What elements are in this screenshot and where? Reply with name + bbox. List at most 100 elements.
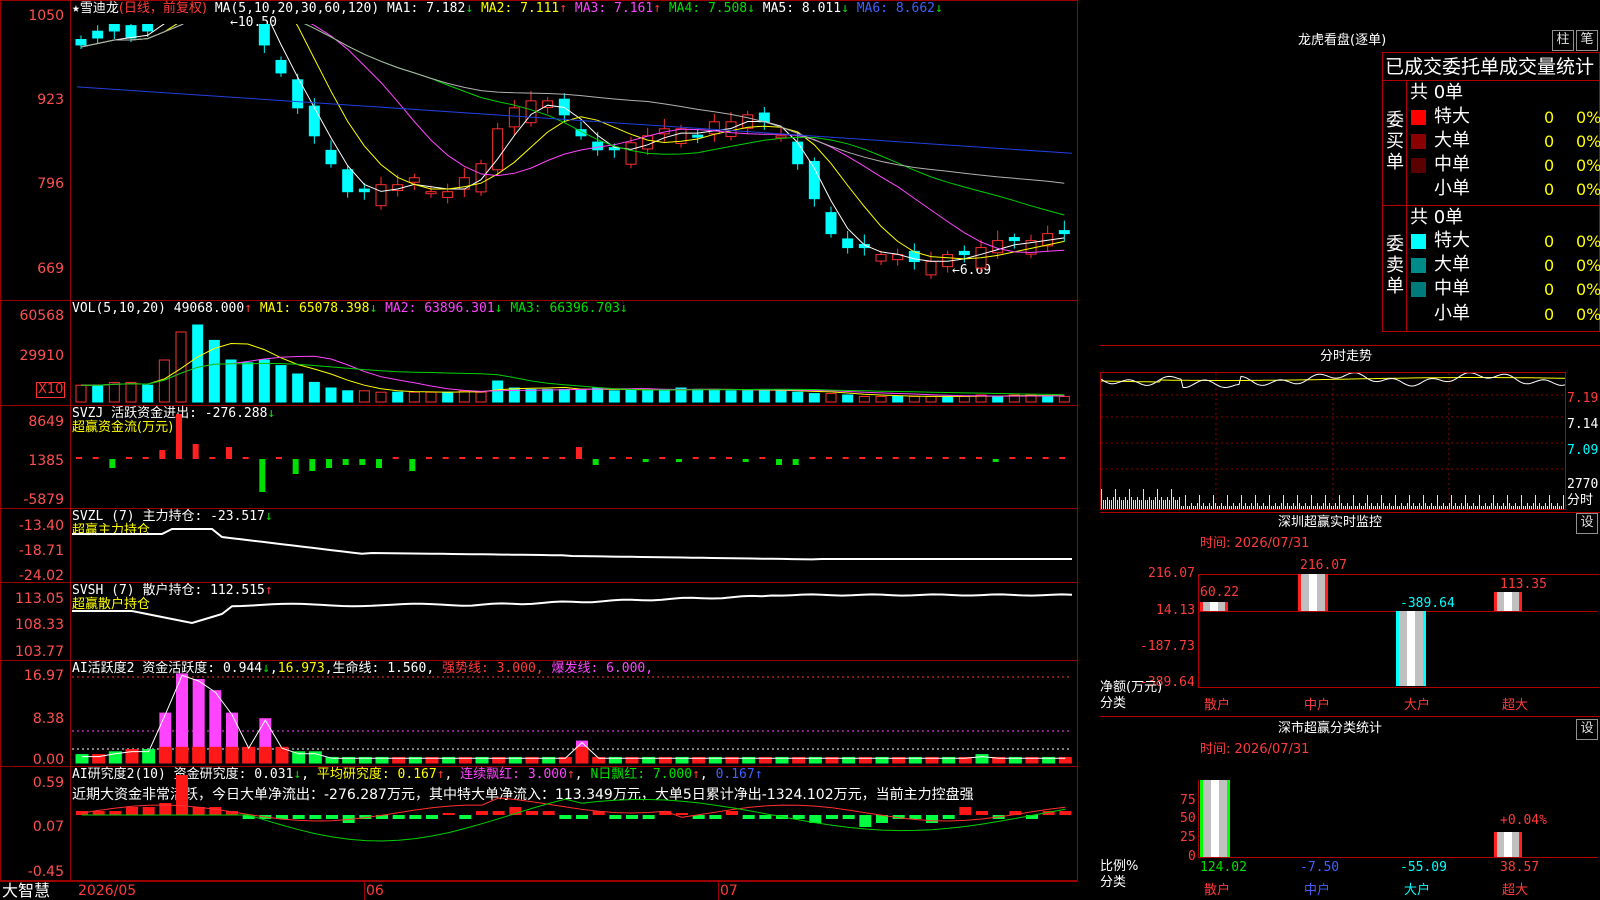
pen-mode-button[interactable]: 笔: [1576, 30, 1598, 51]
class-bar-value: -7.50: [1300, 860, 1340, 875]
bar-highlight: [1211, 780, 1219, 857]
class-y-axis-label: 比例%: [1100, 859, 1139, 874]
intraday-vol-bar: [1471, 506, 1472, 509]
research-bar: [442, 813, 455, 815]
class-settings-button[interactable]: 设: [1576, 719, 1598, 740]
volume-bar: [608, 390, 620, 403]
intraday-vol-bar: [1231, 506, 1232, 509]
fund-flow-bar: [92, 457, 99, 459]
intraday-vol-bar: [1187, 506, 1188, 509]
intraday-y-tick: 7.09: [1567, 443, 1599, 458]
intraday-vol-bar: [1263, 503, 1264, 509]
ai-research-chart[interactable]: [72, 767, 1072, 879]
research-bar: [609, 815, 622, 819]
fund-flow-bar: [376, 459, 382, 468]
sz-bar-value: -389.64: [1400, 596, 1455, 611]
intraday-vol-bar: [1333, 506, 1334, 509]
intraday-vol-bar: [1163, 500, 1164, 509]
intraday-vol-bar: [1313, 506, 1314, 509]
intraday-vol-bar: [1139, 500, 1140, 509]
intraday-vol-bar: [1173, 497, 1174, 509]
fund-flow-bar: [592, 459, 599, 465]
research-bar: [909, 815, 922, 819]
intraday-vol-bar: [1255, 495, 1256, 509]
intraday-vol-bar: [1189, 506, 1190, 509]
intraday-vol-bar: [1209, 503, 1210, 509]
volume-bar: [358, 390, 370, 403]
intraday-vol-bar: [1171, 489, 1172, 509]
intraday-vol-bar: [1357, 506, 1358, 509]
bar-mode-button[interactable]: 柱: [1552, 30, 1574, 51]
fund-flow-bar: [926, 457, 932, 459]
volume-chart[interactable]: [72, 316, 1072, 404]
intraday-vol-bar: [1407, 503, 1408, 509]
sz-settings-button[interactable]: 设: [1576, 513, 1598, 534]
intraday-vol-bar: [1149, 497, 1150, 509]
price-candlestick-chart[interactable]: [72, 24, 1072, 300]
ai-research-y-tick: -0.45: [27, 864, 64, 880]
sell-orders-label: 委卖单: [1386, 234, 1404, 297]
intraday-vol-bar: [1457, 506, 1458, 509]
ai-active-y-tick: 0.00: [32, 752, 64, 768]
fund-flow-bar: [409, 459, 416, 471]
candle-body: [1058, 230, 1070, 235]
activity-bar: [175, 746, 189, 764]
intraday-vol-bar: [1227, 495, 1228, 509]
intraday-vol-bar: [1175, 500, 1176, 509]
sell-row-pct: 0%: [1576, 232, 1600, 251]
intraday-vol-bar: [1103, 500, 1104, 509]
svzj-fund-flow-chart[interactable]: [72, 406, 1072, 506]
sell-orders-label-text: 委卖单: [1386, 234, 1404, 297]
fund-flow-bar: [776, 459, 782, 465]
intraday-chart[interactable]: [1101, 373, 1565, 509]
intraday-grid: [1101, 373, 1565, 509]
intraday-vol-bar: [1287, 503, 1288, 509]
candle-body: [108, 24, 120, 32]
intraday-vol-bar: [1211, 506, 1212, 509]
intraday-vol-bar: [1557, 503, 1558, 509]
period-label[interactable]: (日线，前复权): [119, 1, 207, 16]
intraday-vol-bar: [1265, 506, 1266, 509]
intraday-vol-bar: [1291, 506, 1292, 509]
intraday-vol-bar: [1157, 489, 1158, 509]
svsh-retail-holding-chart[interactable]: [72, 583, 1072, 659]
research-bar: [576, 815, 588, 819]
volume-bar: [742, 390, 754, 403]
research-bar: [309, 815, 322, 819]
research-bar: [842, 815, 855, 819]
fund-flow-bar: [642, 459, 649, 462]
volume-bar: [458, 390, 470, 403]
fund-flow-bar: [809, 457, 816, 459]
right-section-divider: [1100, 345, 1600, 346]
research-bar: [859, 815, 872, 827]
candle-body: [258, 24, 270, 46]
intraday-vol-bar: [1331, 506, 1332, 509]
activity-bar: [159, 712, 172, 748]
fund-flow-bar: [742, 459, 749, 462]
intraday-vol-bar: [1359, 503, 1360, 509]
candle-body: [508, 107, 520, 128]
svzl-main-holding-chart[interactable]: [72, 509, 1072, 581]
intraday-vol-bar: [1351, 506, 1352, 509]
intraday-vol-bar: [1307, 506, 1308, 509]
buy-row-name: 小单: [1434, 178, 1470, 199]
intraday-vol-bar: [1425, 503, 1426, 509]
intraday-vol-bar: [1199, 495, 1200, 509]
sz-y-tick: 14.13: [1156, 603, 1196, 618]
research-bar: [326, 815, 338, 819]
intraday-vol-bar: [1343, 506, 1344, 509]
intraday-vol-bar: [1341, 503, 1342, 509]
intraday-vol-bar: [1559, 506, 1560, 509]
stock-name[interactable]: 雪迪龙: [80, 1, 119, 16]
activity-bar: [575, 746, 589, 764]
fund-flow-bar: [676, 459, 682, 462]
ai-activity-chart[interactable]: [72, 661, 1072, 765]
ma3-value: MA3: 7.161: [574, 1, 654, 16]
intraday-vol-bar: [1467, 503, 1468, 509]
intraday-vol-bar: [1547, 506, 1548, 509]
candle-body: [308, 105, 320, 137]
intraday-vol-bar: [1253, 506, 1254, 509]
intraday-vol-bar: [1293, 503, 1294, 509]
pane-divider: [0, 880, 1078, 881]
vol-ma2: MA2: 63896.301: [385, 301, 495, 316]
